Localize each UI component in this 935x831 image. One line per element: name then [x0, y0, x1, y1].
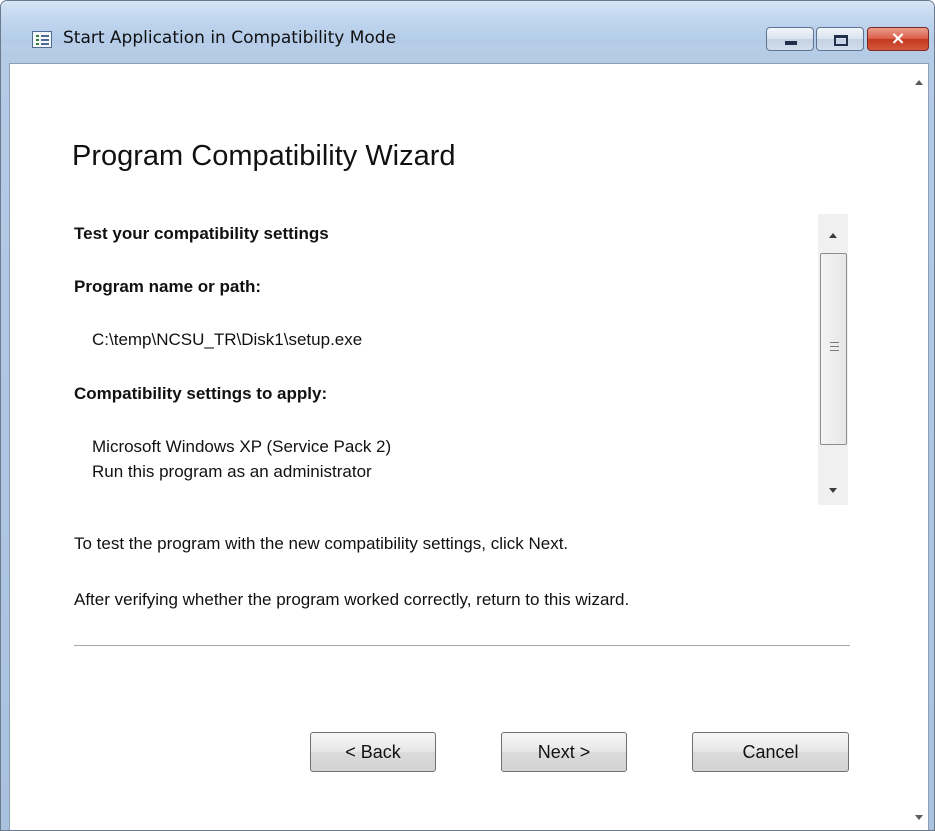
- window-title: Start Application in Compatibility Mode: [63, 28, 397, 48]
- settings-scrollbar[interactable]: [818, 214, 848, 505]
- scroll-down-icon[interactable]: [915, 815, 923, 820]
- title-bar[interactable]: Start Application in Compatibility Mode …: [1, 1, 934, 51]
- back-button[interactable]: < Back: [310, 732, 436, 772]
- close-icon: ×: [890, 28, 906, 49]
- program-path-value: C:\temp\NCSU_TR\Disk1\setup.exe: [92, 330, 363, 349]
- setting-item: Microsoft Windows XP (Service Pack 2): [92, 437, 392, 456]
- section-title: Test your compatibility settings: [74, 224, 329, 243]
- scroll-up-icon[interactable]: [829, 233, 837, 238]
- settings-label: Compatibility settings to apply:: [74, 384, 328, 403]
- wizard-heading: Program Compatibility Wizard: [72, 140, 456, 172]
- divider: [74, 645, 850, 646]
- maximize-icon: [834, 35, 848, 46]
- cancel-button[interactable]: Cancel: [692, 732, 849, 772]
- scroll-down-icon[interactable]: [829, 488, 837, 493]
- next-button[interactable]: Next >: [501, 732, 627, 772]
- list-app-icon: [32, 31, 52, 48]
- wizard-content: Program Compatibility Wizard Test your c…: [9, 63, 929, 830]
- program-path-label: Program name or path:: [74, 277, 262, 296]
- setting-item: Run this program as an administrator: [92, 462, 372, 481]
- close-button[interactable]: ×: [867, 27, 929, 51]
- instruction-text: To test the program with the new compati…: [74, 534, 569, 553]
- scroll-up-icon[interactable]: [915, 80, 923, 85]
- compatibility-wizard-window: Start Application in Compatibility Mode …: [0, 0, 935, 831]
- scroll-thumb[interactable]: [820, 253, 847, 445]
- minimize-icon: [785, 41, 797, 45]
- instruction-text-return: After verifying whether the program work…: [74, 590, 630, 609]
- minimize-button[interactable]: [766, 27, 814, 51]
- maximize-button[interactable]: [816, 27, 864, 51]
- window-scrollbar[interactable]: [910, 64, 928, 830]
